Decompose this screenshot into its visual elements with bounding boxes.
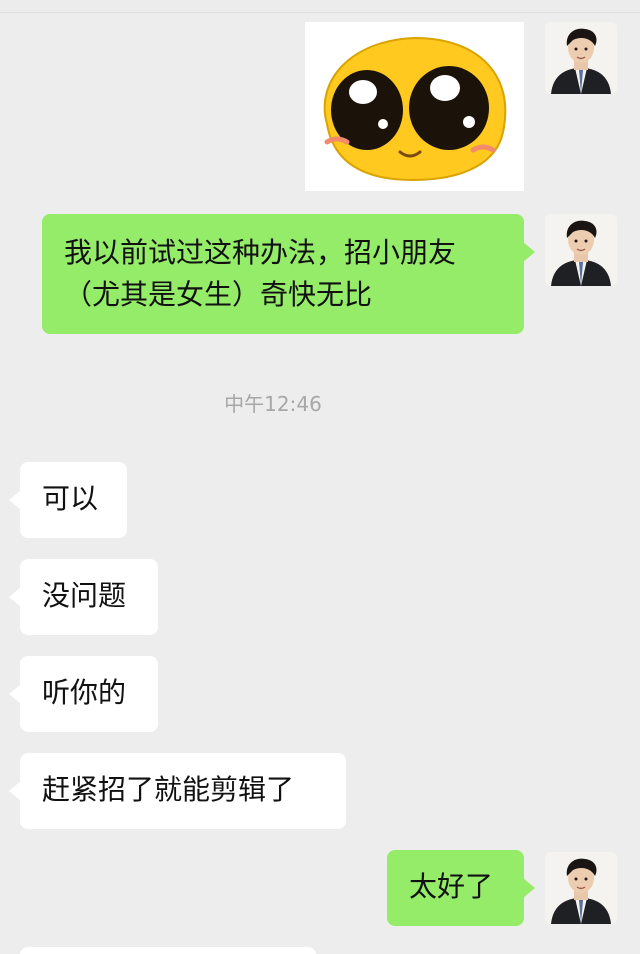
self-avatar[interactable]: [545, 22, 617, 94]
chat-screen: 我以前试过这种办法，招小朋友 （尤其是女生）奇快无比 中午12:46 可以 没问…: [0, 0, 640, 954]
partial-incoming-message-bubble[interactable]: [20, 947, 316, 954]
message-text-line-2: （尤其是女生）奇快无比: [64, 278, 373, 311]
message-text: 听你的: [42, 676, 127, 709]
user-avatar-photo-icon: [545, 214, 617, 286]
message-text: 赶紧招了就能剪辑了: [42, 773, 295, 806]
message-text: 太好了: [409, 870, 494, 903]
incoming-message-bubble[interactable]: 没问题: [9, 559, 158, 635]
message-text-line-1: 我以前试过这种办法，招小朋友: [64, 236, 457, 269]
outgoing-message-bubble[interactable]: 我以前试过这种办法，招小朋友 （尤其是女生）奇快无比: [42, 214, 535, 334]
message-text: 没问题: [42, 579, 127, 612]
incoming-message-bubble[interactable]: 可以: [9, 462, 127, 538]
outgoing-message-bubble[interactable]: 太好了: [387, 850, 535, 926]
self-avatar[interactable]: [545, 214, 617, 286]
self-avatar[interactable]: [545, 852, 617, 924]
incoming-message-bubble[interactable]: 听你的: [9, 656, 158, 732]
user-avatar-photo-icon: [545, 852, 617, 924]
message-timestamp: 中午12:46: [224, 392, 322, 416]
user-avatar-photo-icon: [545, 22, 617, 94]
sticker-message[interactable]: [305, 22, 524, 191]
pleading-face-sticker-icon: [305, 22, 524, 191]
message-text: 可以: [42, 482, 99, 515]
incoming-message-bubble[interactable]: 赶紧招了就能剪辑了: [9, 753, 346, 829]
top-divider: [0, 0, 640, 13]
